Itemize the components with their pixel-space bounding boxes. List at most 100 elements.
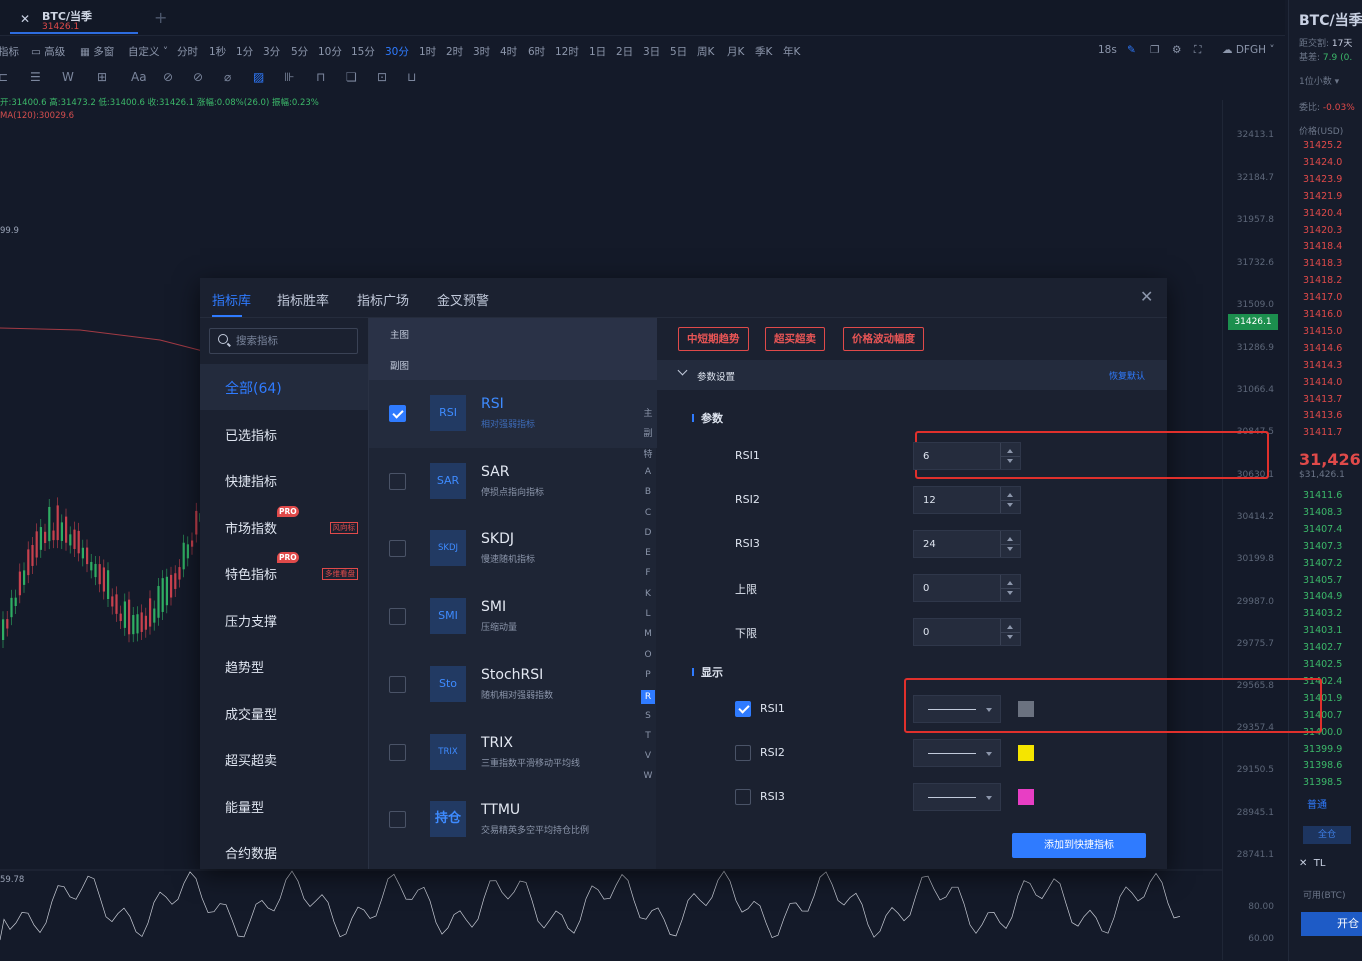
copy-icon[interactable]: ❐ [1150, 44, 1159, 56]
margin-mode-button[interactable]: 全仓 [1303, 826, 1351, 844]
layers-icon[interactable]: ❏ [346, 70, 357, 84]
draw-mode-icon[interactable]: ▨ [253, 70, 264, 84]
indicator-checkbox[interactable] [389, 676, 406, 693]
bid-price[interactable]: 31403.2 [1303, 608, 1342, 619]
bid-price[interactable]: 31407.3 [1303, 541, 1342, 552]
display-rsi3-checkbox[interactable] [735, 789, 751, 805]
interval-item[interactable]: 分时 [177, 44, 198, 59]
rect-tool-icon[interactable]: ⊏ [0, 70, 8, 84]
category-energy[interactable]: 能量型 [200, 783, 368, 829]
alpha-index-item[interactable]: F [641, 568, 655, 578]
indicator-checkbox[interactable] [389, 811, 406, 828]
category-trend[interactable]: 趋势型 [200, 643, 368, 689]
alpha-index-item[interactable]: P [641, 670, 655, 680]
display-rsi1-checkbox[interactable] [735, 701, 751, 717]
param-upper-input[interactable]: 0 [913, 574, 1021, 602]
interval-item[interactable]: 3时 [473, 44, 490, 59]
interval-item[interactable]: 1秒 [209, 44, 226, 59]
category-market-index[interactable]: 市场指数 PRO 风向标 [200, 504, 368, 550]
interval-item[interactable]: 10分 [318, 44, 342, 59]
add-to-quick-indicators-button[interactable]: 添加到快捷指标 [1012, 833, 1146, 858]
bid-price[interactable]: 31399.9 [1303, 744, 1342, 755]
alpha-index-item[interactable]: 副 [641, 426, 655, 439]
fullscreen-icon[interactable]: ⛶ [1194, 44, 1201, 57]
settings-gear-icon[interactable]: ⚙ [1172, 44, 1181, 56]
interval-item[interactable]: 2日 [616, 44, 633, 59]
edit-icon[interactable]: ⊡ [377, 70, 387, 84]
price-axis[interactable]: 32413.1 32184.7 31957.8 31732.6 31509.0 … [1222, 100, 1282, 960]
tab-golden-cross-alert[interactable]: 金叉预警 [437, 290, 489, 309]
alpha-index-item[interactable]: 主 [641, 406, 655, 419]
bid-price[interactable]: 31407.2 [1303, 558, 1342, 569]
interval-item[interactable]: ▦ 多窗 [80, 44, 114, 59]
tab-btc-quarterly[interactable]: ✕ BTC/当季 31426.1 [10, 4, 138, 34]
order-type-tab[interactable]: 普通 [1307, 796, 1327, 811]
param-lower-input[interactable]: 0 [913, 618, 1021, 646]
close-icon[interactable]: ✕ [1140, 287, 1153, 306]
ask-price[interactable]: 31420.4 [1303, 208, 1342, 219]
lock-icon[interactable]: ⊓ [316, 70, 325, 84]
alpha-index-item[interactable]: L [641, 609, 655, 619]
param-rsi1-input[interactable]: 6 [913, 442, 1021, 470]
indicator-checkbox[interactable] [389, 744, 406, 761]
close-x-icon[interactable]: ✕ [20, 12, 30, 26]
ask-price[interactable]: 31418.3 [1303, 258, 1342, 269]
alpha-index-item[interactable]: K [641, 589, 655, 599]
alpha-index-item[interactable]: D [641, 528, 655, 538]
indicator-checkbox[interactable] [389, 540, 406, 557]
interval-item[interactable]: 年K [783, 44, 800, 59]
interval-item[interactable]: 15分 [351, 44, 375, 59]
interval-item[interactable]: 周K [697, 44, 714, 59]
param-rsi3-input[interactable]: 24 [913, 530, 1021, 558]
interval-item[interactable]: 5分 [291, 44, 308, 59]
interval-item[interactable]: 月K [727, 44, 744, 59]
ask-price[interactable]: 31416.0 [1303, 309, 1342, 320]
alpha-index-item[interactable]: V [641, 751, 655, 761]
ask-price[interactable]: 31413.6 [1303, 410, 1342, 421]
alpha-index-item[interactable]: T [641, 731, 655, 741]
ask-price[interactable]: 31414.3 [1303, 360, 1342, 371]
tag-overbought-oversold[interactable]: 超买超卖 [765, 327, 825, 351]
line-style-select[interactable] [913, 783, 1001, 811]
interval-item[interactable]: 6时 [528, 44, 545, 59]
indicator-checkbox[interactable] [389, 405, 406, 422]
param-rsi2-input[interactable]: 12 [913, 486, 1021, 514]
grid-tool-icon[interactable]: ⊞ [97, 70, 107, 84]
ask-price[interactable]: 31415.0 [1303, 326, 1342, 337]
category-all[interactable]: 全部(64) [200, 364, 368, 410]
bid-price[interactable]: 31411.6 [1303, 490, 1342, 501]
alpha-index-item[interactable]: 特 [641, 447, 655, 460]
color-swatch[interactable] [1018, 701, 1034, 717]
interval-item[interactable]: 自定义 ˅ [128, 44, 168, 59]
interval-item[interactable]: 季K [755, 44, 772, 59]
category-support-resistance[interactable]: 压力支撑 [200, 597, 368, 643]
line-style-select[interactable] [913, 739, 1001, 767]
alpha-index-item[interactable]: E [641, 548, 655, 558]
bid-price[interactable]: 31407.4 [1303, 524, 1342, 535]
interval-item[interactable]: 1分 [236, 44, 253, 59]
ask-price[interactable]: 31414.0 [1303, 377, 1342, 388]
indicator-row-ttmu[interactable]: 持仓 TTMU 交易精英多空平均持仓比例 [369, 786, 657, 854]
alpha-index-item[interactable]: M [641, 629, 655, 639]
category-contract[interactable]: 合约数据 [200, 829, 368, 875]
bid-price[interactable]: 31404.9 [1303, 591, 1342, 602]
category-overbought[interactable]: 超买超卖 [200, 736, 368, 782]
alpha-index-item[interactable]: S [641, 711, 655, 721]
sub-chart-label[interactable]: 副图 [390, 358, 409, 372]
interval-item[interactable]: 指标 [0, 44, 19, 59]
category-quick[interactable]: 快捷指标 [200, 457, 368, 503]
search-input[interactable] [236, 332, 354, 350]
interval-item[interactable]: 1日 [589, 44, 606, 59]
cloud-menu[interactable]: ☁ DFGH ˅ [1222, 44, 1275, 56]
alpha-index-item[interactable]: W [641, 771, 655, 781]
wave-tool-icon[interactable]: W [62, 70, 74, 84]
category-featured[interactable]: 特色指标 PRO 多维看盘 [200, 550, 368, 596]
interval-item[interactable]: 4时 [500, 44, 517, 59]
ask-price[interactable]: 31423.9 [1303, 174, 1342, 185]
ask-price[interactable]: 31411.7 [1303, 427, 1342, 438]
add-tab-icon[interactable]: + [154, 8, 167, 27]
indicator-row-trix[interactable]: TRIX TRIX 三重指数平滑移动平均线 [369, 719, 657, 787]
bid-price[interactable]: 31398.6 [1303, 760, 1342, 771]
color-swatch[interactable] [1018, 789, 1034, 805]
alpha-index-item[interactable]: B [641, 487, 655, 497]
